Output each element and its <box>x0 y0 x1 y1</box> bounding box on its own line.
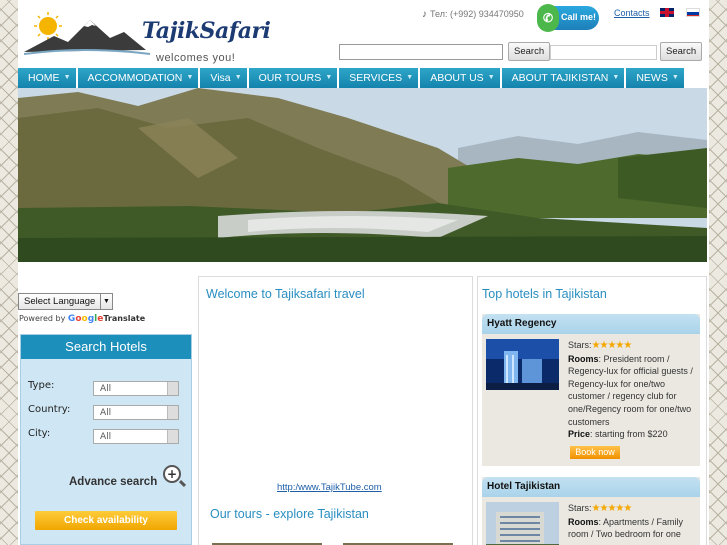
site-search-input[interactable] <box>339 44 503 60</box>
logo-tagline: welcomes you! <box>156 52 236 64</box>
nav-label: NEWS <box>636 72 668 84</box>
nav-label: ACCOMMODATION <box>87 72 183 84</box>
hotel-card-hyatt: Hyatt Regency Stars:★★★★★ Rooms: Preside… <box>482 314 700 466</box>
chevron-down-icon: ▼ <box>234 74 242 81</box>
star-rating-icon: ★★★★★ <box>591 503 633 514</box>
price-text: : starting from $220 <box>590 429 668 440</box>
hero-banner-image <box>18 88 707 262</box>
main-content: Welcome to Tajiksafari travel http:/www.… <box>198 276 473 545</box>
nav-about-tajikistan[interactable]: ABOUT TAJIKISTAN ▼ <box>501 68 625 88</box>
logo-mountains-icon <box>23 12 151 55</box>
star-rating-icon: ★★★★★ <box>591 340 633 351</box>
chevron-down-icon <box>167 430 178 443</box>
stars-label: Stars: <box>568 340 592 350</box>
nav-home[interactable]: HOME ▼ <box>18 68 76 88</box>
chevron-down-icon: ▼ <box>100 294 112 309</box>
language-select-label: Select Language <box>24 296 96 307</box>
left-sidebar: Select Language ▼ Powered by GoogleTrans… <box>18 276 194 545</box>
chevron-down-icon <box>167 406 178 419</box>
flag-ru-icon[interactable] <box>686 8 700 17</box>
zoom-in-icon[interactable]: + <box>163 465 181 483</box>
country-label: Country: <box>28 404 71 415</box>
book-now-button[interactable]: Book now <box>570 446 620 459</box>
call-icon: ✆ <box>537 4 559 32</box>
chevron-down-icon: ▼ <box>671 74 679 81</box>
nav-accommodation[interactable]: ACCOMMODATION ▼ <box>77 68 199 88</box>
nav-label: ABOUT US <box>430 72 484 84</box>
hotel-info: Stars:★★★★★ Rooms: President room / Rege… <box>568 339 694 441</box>
rooms-label: Rooms <box>568 516 599 527</box>
call-me-button[interactable]: ✆ Call me! <box>537 4 599 32</box>
price-label: Price <box>568 429 591 440</box>
phone-text: Тел: (+992) 934470950 <box>430 9 524 19</box>
google-search-input[interactable] <box>550 45 657 60</box>
hotel-card-tajikistan: Hotel Tajikistan Stars:★★★★★ Rooms: Apar… <box>482 477 700 545</box>
translate-text: Translate <box>103 314 146 323</box>
advance-search-link[interactable]: Advance search <box>69 476 157 488</box>
nav-label: HOME <box>28 72 60 84</box>
left-ornament-border <box>0 0 18 545</box>
check-availability-button[interactable]: Check availability <box>35 511 177 530</box>
call-me-label: Call me! <box>561 12 597 22</box>
hotel-name[interactable]: Hotel Tajikistan <box>482 477 700 497</box>
nav-label: SERVICES <box>349 72 403 84</box>
city-label: City: <box>28 428 51 439</box>
type-label: Type: <box>28 380 55 391</box>
chevron-down-icon: ▼ <box>325 74 333 81</box>
nav-label: Visa <box>210 72 231 84</box>
logo-text: TajikSafari <box>142 18 271 44</box>
chevron-down-icon: ▼ <box>406 74 414 81</box>
chevron-down-icon: ▼ <box>63 74 71 81</box>
contacts-link[interactable]: Contacts <box>614 8 650 18</box>
powered-by-text: Powered by <box>19 314 66 323</box>
hotel-photo[interactable] <box>486 502 559 545</box>
search-hotels-title: Search Hotels <box>21 335 191 359</box>
top-hotels-title: Top hotels in Tajikistan <box>482 287 607 301</box>
google-search-button[interactable]: Search <box>660 42 703 61</box>
nav-label: ABOUT TAJIKISTAN <box>511 72 609 84</box>
google-logo: Google <box>67 314 104 324</box>
city-select[interactable]: All <box>93 429 179 444</box>
right-ornament-border <box>709 0 727 545</box>
flag-en-icon[interactable] <box>660 8 674 17</box>
page: TajikSafari welcomes you! ♪ Тел: (+992) 9… <box>18 0 709 545</box>
city-select-value: All <box>100 432 112 442</box>
chevron-down-icon: ▼ <box>612 74 620 81</box>
phone-icon: ♪ <box>422 9 427 20</box>
tajiktube-link[interactable]: http:/www.TajikTube.com <box>277 482 382 493</box>
rooms-text: : President room / Regency-lux for offic… <box>568 353 693 427</box>
nav-visa[interactable]: Visa ▼ <box>200 68 247 88</box>
site-search-button[interactable]: Search <box>508 42 551 61</box>
country-select[interactable]: All <box>93 405 179 420</box>
stars-label: Stars: <box>568 503 592 513</box>
nav-about-us[interactable]: ABOUT US ▼ <box>420 68 500 88</box>
nav-label: OUR TOURS <box>258 72 322 84</box>
valley-landscape-image <box>18 88 707 262</box>
main-nav: HOME ▼ ACCOMMODATION ▼ Visa ▼ OUR TOURS ▼ SE… <box>18 68 709 88</box>
hotel-name[interactable]: Hyatt Regency <box>482 314 700 334</box>
language-select[interactable]: Select Language ▼ <box>18 293 113 310</box>
country-select-value: All <box>100 408 112 418</box>
tours-title: Our tours - explore Tajikistan <box>210 507 369 521</box>
nav-services[interactable]: SERVICES ▼ <box>339 68 419 88</box>
chevron-down-icon: ▼ <box>487 74 495 81</box>
chevron-down-icon: ▼ <box>186 74 194 81</box>
site-logo[interactable]: TajikSafari welcomes you! <box>23 8 274 64</box>
type-select-value: All <box>100 384 112 394</box>
type-select[interactable]: All <box>93 381 179 396</box>
hotel-info: Stars:★★★★★ Rooms: Apartments / Family r… <box>568 502 694 541</box>
top-hotels-section: Top hotels in Tajikistan Hyatt Regency S… <box>477 276 707 545</box>
chevron-down-icon <box>167 382 178 395</box>
nav-news[interactable]: NEWS ▼ <box>626 68 684 88</box>
search-hotels-panel: Search Hotels Type: All Country: All Cit… <box>20 334 192 545</box>
google-translate-credit[interactable]: Powered by GoogleTranslate <box>19 314 145 324</box>
nav-our-tours[interactable]: OUR TOURS ▼ <box>248 68 338 88</box>
welcome-title: Welcome to Tajiksafari travel <box>206 287 365 301</box>
phone-number: ♪ Тел: (+992) 934470950 <box>422 9 524 20</box>
rooms-label: Rooms <box>568 353 599 364</box>
hotel-photo[interactable] <box>486 339 559 390</box>
